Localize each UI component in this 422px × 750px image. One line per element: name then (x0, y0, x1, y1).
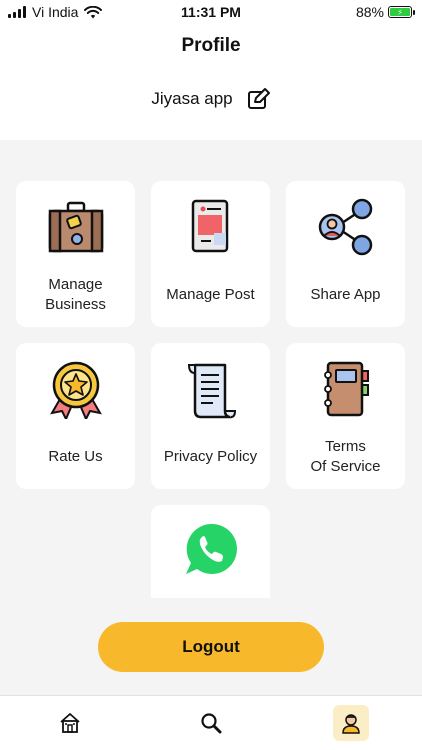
tile-whatsapp[interactable] (151, 505, 270, 598)
tile-label-line1: Privacy Policy (163, 448, 258, 465)
page-title: Profile (181, 35, 241, 56)
tile-terms-of-service[interactable]: Terms Of Service (286, 343, 405, 489)
tile-label-line2: Business (45, 296, 106, 313)
carrier-label: Vi India (32, 4, 79, 20)
nav-profile[interactable] (333, 705, 369, 741)
tile-label-line1: Manage Post (166, 286, 255, 303)
document-scroll-icon (187, 363, 236, 419)
tile-share-app[interactable]: Share App (286, 181, 405, 327)
battery-percent: 88% (355, 4, 384, 20)
business-row: Jiyasa app (0, 68, 422, 140)
tile-manage-post[interactable]: Manage Post (151, 181, 270, 327)
signal-icon (8, 6, 26, 18)
wifi-icon (84, 5, 103, 18)
tile-label: Rate Us (16, 447, 135, 467)
nav-home[interactable] (52, 705, 88, 741)
tile-label-line2: Of Service (310, 458, 381, 475)
status-left: Vi India (8, 4, 103, 20)
battery-fill: ⚡ (390, 8, 410, 17)
header: Profile (0, 24, 422, 68)
bottom-nav (0, 695, 422, 750)
tile-label-line1: Rate Us (48, 448, 103, 465)
logout-button[interactable]: Logout (98, 622, 324, 672)
home-icon (60, 713, 80, 733)
tile-label: Manage Post (151, 285, 270, 305)
star-badge-icon (49, 361, 102, 419)
tile-label-line1: Terms (325, 438, 366, 455)
business-name: Jiyasa app (151, 89, 233, 108)
status-right: 88% ⚡ (355, 4, 415, 20)
tile-privacy-policy[interactable]: Privacy Policy (151, 343, 270, 489)
status-bar: Vi India 11:31 PM 88% ⚡ (0, 0, 422, 24)
tile-label: Privacy Policy (151, 447, 270, 467)
logout-section: Logout (0, 598, 422, 695)
tile-label: Manage Business (16, 275, 135, 315)
notebook-icon (323, 361, 369, 417)
tile-label-line1: Manage (48, 276, 103, 293)
tile-label: Share App (286, 285, 405, 305)
tile-label-line1: Share App (310, 286, 381, 303)
share-icon (318, 198, 372, 256)
whatsapp-icon (185, 523, 237, 574)
search-icon (201, 713, 222, 734)
nav-search[interactable] (193, 705, 229, 741)
battery-icon: ⚡ (388, 6, 415, 18)
profile-icon (342, 714, 360, 734)
edit-icon[interactable] (247, 87, 271, 111)
tile-rate-us[interactable]: Rate Us (16, 343, 135, 489)
briefcase-icon (48, 201, 103, 253)
tile-label: Terms Of Service (286, 437, 405, 477)
tablet-post-icon (191, 199, 228, 253)
tile-manage-business[interactable]: Manage Business (16, 181, 135, 327)
